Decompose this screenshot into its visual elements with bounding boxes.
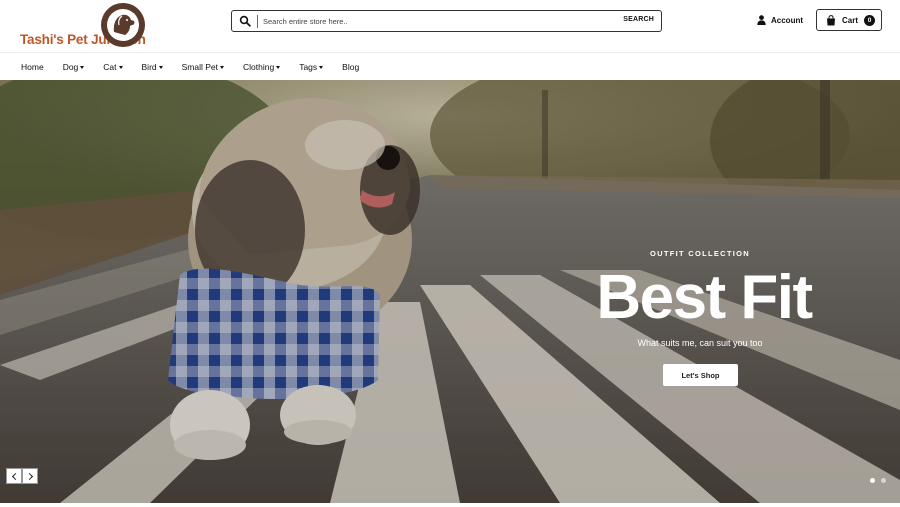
user-icon	[757, 15, 766, 25]
lets-shop-button[interactable]: Let's Shop	[663, 364, 738, 386]
search-icon[interactable]	[239, 15, 251, 27]
search-bar: SEARCH	[231, 10, 662, 32]
cart-button[interactable]: Cart 0	[816, 9, 882, 31]
nav-label: Bird	[141, 61, 157, 72]
nav-label: Home	[21, 61, 44, 72]
nav-item-blog[interactable]: Blog	[342, 62, 359, 72]
slider-dots	[870, 478, 886, 483]
cart-count-badge: 0	[864, 14, 876, 26]
account-label: Account	[771, 15, 803, 25]
nav-item-home[interactable]: Home	[21, 62, 44, 72]
nav-item-cat[interactable]: Cat	[103, 61, 123, 72]
search-input[interactable]	[263, 13, 603, 29]
nav-label: Cat	[103, 61, 117, 72]
caret-down-icon	[118, 65, 123, 69]
shopping-bag-icon	[827, 14, 835, 25]
slider-dot[interactable]	[881, 478, 886, 483]
caret-down-icon	[276, 65, 281, 69]
nav-item-dog[interactable]: Dog	[63, 62, 85, 72]
nav-label: Blog	[342, 61, 360, 72]
nav-label: Clothing	[243, 61, 275, 72]
nav-item-clothing[interactable]: Clothing	[243, 61, 281, 72]
search-button[interactable]: SEARCH	[623, 16, 654, 23]
dog-logo-icon	[101, 3, 145, 47]
search-divider	[257, 15, 258, 28]
hero-subtitle: What suits me, can suit you too	[637, 338, 763, 348]
caret-down-icon	[80, 65, 85, 69]
hero-title: Best Fit	[596, 263, 813, 332]
slider-prev-button[interactable]	[6, 468, 22, 484]
hero-kicker: OUTFIT COLLECTION	[649, 249, 750, 258]
nav-label: Dog	[62, 61, 79, 72]
account-link[interactable]: Account	[757, 13, 803, 27]
nav-label: Tags	[299, 61, 318, 72]
nav-item-small-pet[interactable]: Small Pet	[181, 61, 225, 72]
main-nav: Home Dog Cat Bird Small Pet Clothing Tag…	[0, 53, 900, 80]
nav-item-bird[interactable]: Bird	[142, 62, 163, 72]
chevron-left-icon	[11, 472, 19, 480]
chevron-right-icon	[25, 472, 33, 480]
slider-next-button[interactable]	[22, 468, 38, 484]
site-header: Tashi's Pet Junction SEARCH Account Cart	[0, 0, 900, 52]
hero-slider: OUTFIT COLLECTION Best Fit What suits me…	[0, 80, 900, 503]
slider-dot[interactable]	[870, 478, 875, 483]
nav-item-tags[interactable]: Tags	[299, 61, 324, 72]
brand-logo[interactable]: Tashi's Pet Junction	[20, 2, 150, 50]
nav-label: Small Pet	[181, 61, 219, 72]
caret-down-icon	[220, 65, 225, 69]
caret-down-icon	[158, 65, 163, 69]
cart-label: Cart	[842, 15, 859, 25]
caret-down-icon	[319, 65, 324, 69]
